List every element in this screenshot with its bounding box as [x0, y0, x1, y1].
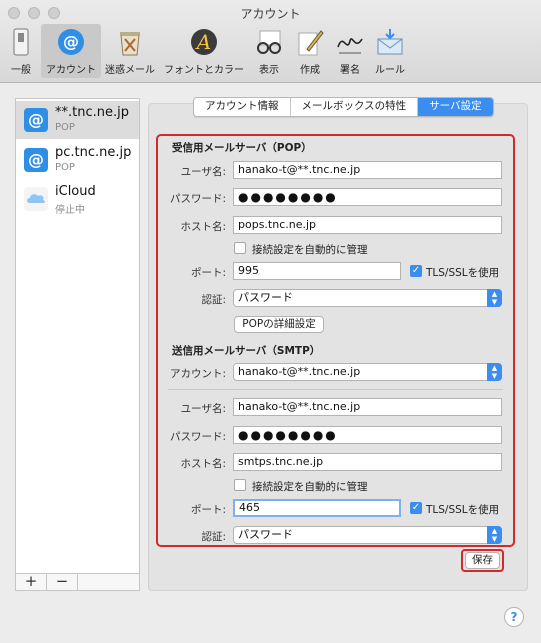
smtp-password-field[interactable]: ●●●●●●●●: [233, 426, 502, 444]
smtp-account-label: アカウント:: [169, 368, 226, 380]
pop-tls-label: TLS/SSLを使用: [426, 267, 500, 279]
icloud-icon: [24, 187, 48, 211]
smtp-tls-label: TLS/SSLを使用: [426, 504, 500, 516]
account-item-icloud[interactable]: iCloud 停止中: [16, 180, 139, 218]
at-sign-icon: @: [24, 108, 48, 132]
pop-auto-manage-checkbox[interactable]: [234, 242, 246, 254]
smtp-port-field[interactable]: 465: [233, 499, 401, 517]
help-button[interactable]: ?: [504, 607, 524, 627]
tab-server-settings[interactable]: サーバ設定: [418, 98, 493, 116]
smtp-host-label: ホスト名:: [180, 458, 226, 470]
toolbar-rules[interactable]: ルール: [372, 24, 408, 78]
chevron-updown-icon: ▲ ▼: [487, 289, 502, 307]
signature-icon: [335, 27, 365, 57]
svg-text:@: @: [63, 32, 79, 51]
pop-auth-select[interactable]: パスワード ▲ ▼: [233, 289, 502, 307]
pop-auth-label: 認証:: [201, 294, 226, 306]
toolbar-compose[interactable]: 作成: [293, 24, 327, 78]
pop-section-title: 受信用メールサーバ（POP）: [172, 142, 312, 154]
window-title: アカウント: [240, 7, 301, 21]
svg-text:A: A: [195, 30, 211, 54]
rules-envelope-icon: [375, 27, 405, 57]
account-item-tnc[interactable]: @ **.tnc.ne.jp POP: [16, 101, 139, 139]
smtp-tls-checkbox[interactable]: ✓: [410, 502, 422, 514]
pop-username-field[interactable]: hanako-t@**.tnc.ne.jp: [233, 161, 502, 179]
account-list: @ **.tnc.ne.jp POP @ pc.tnc.ne.jp POP iC…: [15, 98, 140, 591]
section-divider: [168, 389, 503, 390]
pop-username-label: ユーザ名:: [180, 166, 226, 178]
toolbar-view[interactable]: 表示: [252, 24, 286, 78]
account-list-footer: + −: [15, 573, 140, 591]
smtp-auto-manage-label: 接続設定を自動的に管理: [252, 481, 368, 493]
junk-trash-icon: [115, 27, 145, 57]
tab-mailbox-behaviors[interactable]: メールボックスの特性: [291, 98, 419, 116]
tab-account-info[interactable]: アカウント情報: [194, 98, 291, 116]
pop-port-label: ポート:: [190, 267, 226, 279]
smtp-section-title: 送信用メールサーバ（SMTP）: [172, 345, 321, 357]
general-switch-icon: [6, 27, 36, 57]
add-account-button[interactable]: +: [16, 574, 47, 590]
pop-port-field[interactable]: 995: [233, 262, 401, 280]
account-item-pc[interactable]: @ pc.tnc.ne.jp POP: [16, 141, 139, 179]
pop-host-label: ホスト名:: [180, 221, 226, 233]
smtp-auth-select[interactable]: パスワード ▲ ▼: [233, 526, 502, 544]
save-button[interactable]: 保存: [465, 552, 500, 569]
compose-pencil-icon: [295, 27, 325, 57]
smtp-username-field[interactable]: hanako-t@**.tnc.ne.jp: [233, 398, 502, 416]
pop-password-label: パスワード:: [169, 193, 226, 205]
smtp-host-field[interactable]: smtps.tnc.ne.jp: [233, 453, 502, 471]
fonts-colors-icon: A: [189, 27, 219, 57]
window-toolbar: アカウント 一般 @ アカウント 迷惑メール A フォントとカラー 表示 作成 …: [0, 0, 541, 83]
chevron-updown-icon: ▲ ▼: [487, 526, 502, 544]
chevron-updown-icon: ▲ ▼: [487, 363, 502, 381]
toolbar-accounts[interactable]: @ アカウント: [41, 24, 101, 78]
smtp-account-select[interactable]: hanako-t@**.tnc.ne.jp ▲ ▼: [233, 363, 502, 381]
smtp-auto-manage-checkbox[interactable]: [234, 479, 246, 491]
glasses-icon: [254, 27, 284, 57]
tab-bar: アカウント情報 メールボックスの特性 サーバ設定: [193, 97, 494, 117]
toolbar-fonts-colors[interactable]: A フォントとカラー: [161, 24, 247, 78]
smtp-password-label: パスワード:: [169, 431, 226, 443]
at-sign-icon: @: [56, 27, 86, 57]
smtp-username-label: ユーザ名:: [180, 403, 226, 415]
toolbar-junk[interactable]: 迷惑メール: [102, 24, 158, 78]
pop-tls-checkbox[interactable]: ✓: [410, 265, 422, 277]
pop-auto-manage-label: 接続設定を自動的に管理: [252, 244, 368, 256]
toolbar-general[interactable]: 一般: [4, 24, 38, 78]
remove-account-button[interactable]: −: [47, 574, 78, 590]
pop-password-field[interactable]: ●●●●●●●●: [233, 188, 502, 206]
toolbar-signatures[interactable]: 署名: [333, 24, 367, 78]
smtp-port-label: ポート:: [190, 504, 226, 516]
pop-host-field[interactable]: pops.tnc.ne.jp: [233, 216, 502, 234]
at-sign-icon: @: [24, 148, 48, 172]
pop-advanced-button[interactable]: POPの詳細設定: [234, 316, 324, 333]
smtp-auth-label: 認証:: [201, 531, 226, 543]
